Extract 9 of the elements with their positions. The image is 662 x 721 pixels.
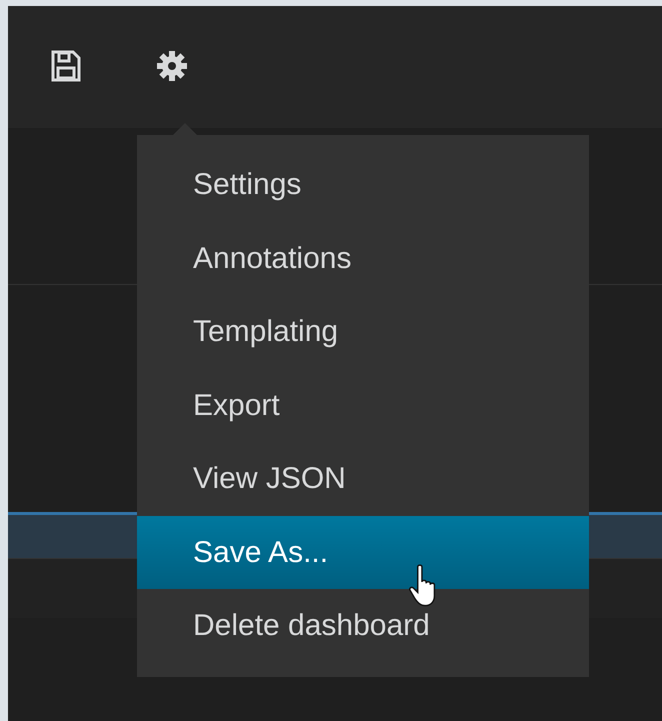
menu-item[interactable]: Settings bbox=[137, 148, 589, 222]
menu-item[interactable]: View JSON bbox=[137, 442, 589, 516]
menu-item[interactable]: Save As... bbox=[137, 516, 589, 589]
menu-item[interactable]: Annotations bbox=[137, 222, 589, 295]
menu-item[interactable]: Export bbox=[137, 368, 589, 442]
menu-item[interactable]: Templating bbox=[137, 295, 589, 368]
menu-item[interactable]: Delete dashboard bbox=[137, 589, 589, 662]
settings-icon bbox=[156, 50, 188, 82]
save-icon bbox=[51, 50, 81, 82]
